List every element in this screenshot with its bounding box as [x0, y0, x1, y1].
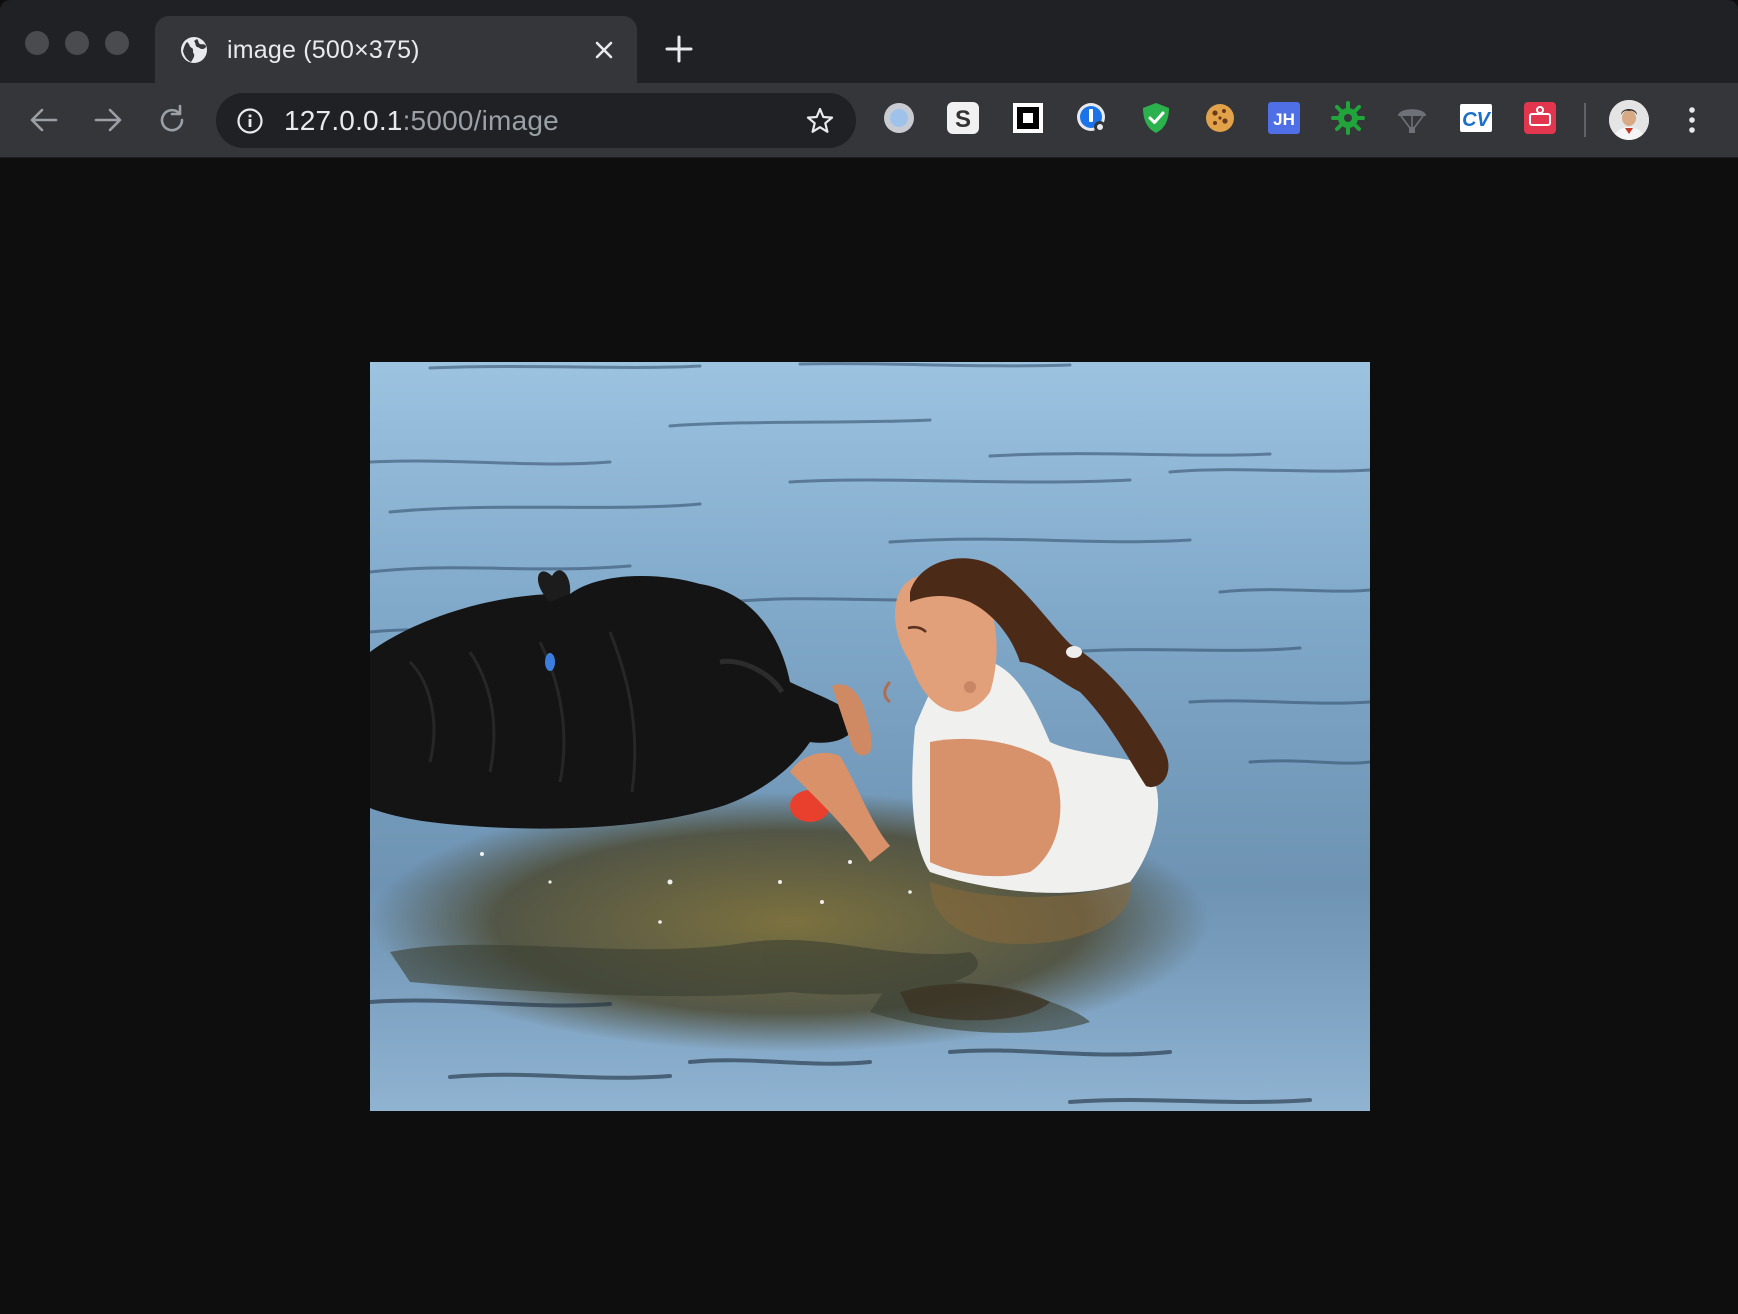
window-minimize-button[interactable] — [65, 31, 89, 55]
password-extension-icon[interactable] — [1075, 101, 1109, 135]
address-bar[interactable]: 127.0.0.1:5000/image — [216, 93, 856, 148]
reload-icon[interactable] — [154, 102, 190, 138]
svg-text:CV: CV — [1462, 109, 1491, 131]
s-extension-icon[interactable]: S — [946, 101, 980, 135]
arrow-left-icon[interactable] — [26, 102, 62, 138]
photo-dog-and-woman-in-water — [370, 362, 1370, 1111]
kebab-menu-icon[interactable] — [1682, 102, 1702, 138]
star-icon[interactable] — [804, 105, 836, 137]
arrow-right-icon[interactable] — [90, 102, 126, 138]
toolbar: 127.0.0.1:5000/image S JH CV — [0, 83, 1738, 158]
toolbar-divider — [1584, 103, 1586, 137]
red-app-extension-icon[interactable] — [1523, 101, 1557, 135]
browser-window: image (500×375) 127.0.0.1:5000/image S J… — [0, 0, 1738, 1314]
new-tab-plus-icon[interactable] — [664, 34, 694, 64]
parachute-extension-icon[interactable] — [1395, 101, 1429, 135]
profile-photo — [1609, 100, 1649, 140]
window-zoom-button[interactable] — [105, 31, 129, 55]
url-host: 127.0.0.1 — [284, 105, 403, 136]
displayed-image[interactable] — [370, 362, 1370, 1111]
tab-strip: image (500×375) — [0, 0, 1738, 83]
gear-bug-extension-icon[interactable] — [1331, 101, 1365, 135]
url-path: :5000/image — [402, 105, 559, 136]
close-icon[interactable] — [589, 35, 619, 65]
tab-title: image (500×375) — [227, 36, 420, 64]
avatar[interactable] — [1609, 100, 1649, 140]
svg-text:S: S — [955, 106, 971, 133]
page-content — [0, 158, 1738, 1314]
jh-extension-icon[interactable]: JH — [1267, 101, 1301, 135]
info-icon[interactable] — [236, 107, 264, 135]
globe-icon — [181, 37, 207, 63]
shield-extension-icon[interactable] — [1139, 101, 1173, 135]
square-extension-icon[interactable] — [1011, 101, 1045, 135]
cookie-extension-icon[interactable] — [1203, 101, 1237, 135]
window-close-button[interactable] — [25, 31, 49, 55]
url-text[interactable]: 127.0.0.1:5000/image — [284, 105, 559, 137]
circle-extension-icon[interactable] — [882, 101, 916, 135]
cv-extension-icon[interactable]: CV — [1459, 101, 1493, 135]
svg-text:JH: JH — [1273, 110, 1295, 129]
tab-image[interactable]: image (500×375) — [155, 16, 637, 83]
